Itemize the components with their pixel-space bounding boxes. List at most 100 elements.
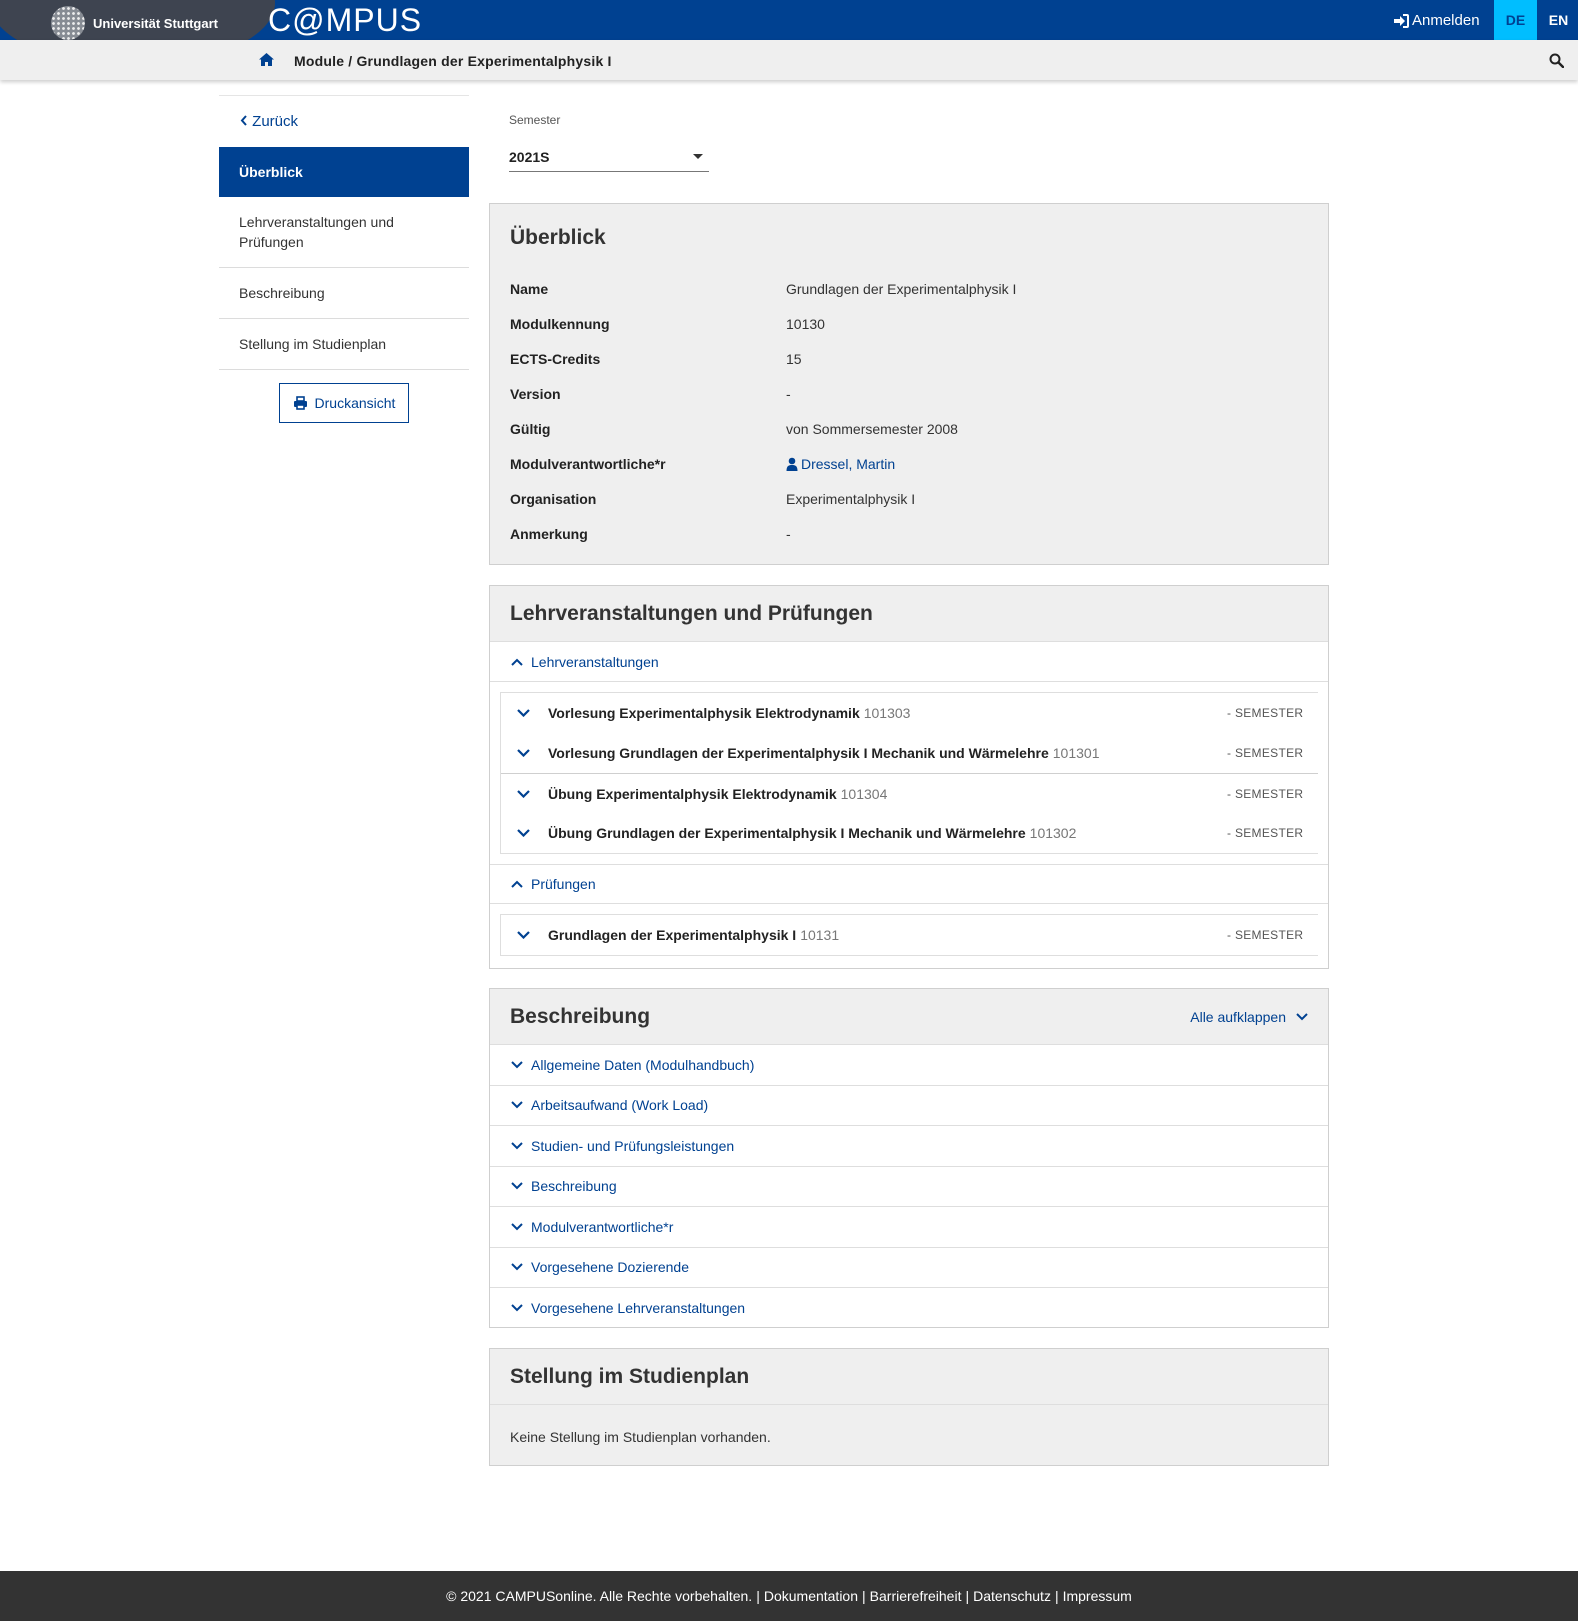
login-button[interactable]: Anmelden: [1393, 12, 1480, 29]
search-icon[interactable]: [1549, 53, 1564, 68]
footer-copyright: © 2021 CAMPUSonline. Alle Rechte vorbeha…: [446, 1588, 753, 1604]
footer-separator: |: [756, 1588, 760, 1604]
university-seal-icon: [51, 6, 85, 40]
course-title: Übung Experimentalphysik Elektrodynamik 1…: [548, 786, 887, 802]
footer-separator: |: [965, 1588, 970, 1604]
overview-key: Gültig: [510, 421, 551, 437]
overview-key: Organisation: [510, 491, 597, 507]
overview-key: Version: [510, 386, 561, 402]
sidebar-item-studyplan[interactable]: Stellung im Studienplan: [219, 319, 469, 370]
footer-link-imprint[interactable]: Impressum: [1063, 1588, 1132, 1604]
list-item[interactable]: Vorlesung Grundlagen der Experimentalphy…: [501, 733, 1318, 773]
footer-separator: |: [1054, 1588, 1059, 1604]
overview-key: Name: [510, 281, 549, 297]
overview-value: Grundlagen der Experimentalphysik I: [786, 281, 1017, 297]
list-item[interactable]: Vorlesung Experimentalphysik Elektrodyna…: [501, 693, 1318, 733]
back-label: Zurück: [252, 113, 299, 130]
footer-link-accessibility[interactable]: Barrierefreiheit: [870, 1588, 962, 1604]
exams-accordion-toggle[interactable]: Prüfungen: [490, 864, 1328, 904]
semester-value: 2021S: [509, 149, 550, 165]
semester-select[interactable]: 2021S: [509, 142, 709, 172]
sidebar: Zurück Überblick Lehrveranstaltungen und…: [219, 95, 469, 423]
list-item[interactable]: Übung Experimentalphysik Elektrodynamik 1…: [501, 773, 1318, 813]
university-name[interactable]: Universität Stuttgart: [93, 16, 218, 31]
footer-link-documentation[interactable]: Dokumentation: [764, 1588, 858, 1604]
semester-tag: - SEMESTER: [1227, 826, 1303, 840]
description-item-label: Arbeitsaufwand (Work Load): [531, 1097, 709, 1114]
overview-key: Modulkennung: [510, 316, 610, 332]
lang-en-button[interactable]: EN: [1537, 0, 1578, 40]
login-label: Anmelden: [1412, 12, 1480, 29]
chevron-down-icon: [511, 1142, 523, 1150]
description-item-label: Beschreibung: [531, 1178, 617, 1195]
back-link[interactable]: Zurück: [219, 95, 469, 147]
chevron-down-icon: [513, 789, 533, 798]
top-bar: Universität Stuttgart C@MPUS Anmelden DE…: [0, 0, 1578, 66]
courses-panel: Lehrveranstaltungen und Prüfungen Lehrve…: [489, 585, 1329, 969]
course-name: Übung Grundlagen der Experimentalphysik …: [548, 825, 1026, 841]
description-item[interactable]: Studien- und Prüfungsleistungen: [490, 1126, 1328, 1167]
chevron-down-icon: [1296, 1012, 1308, 1020]
course-number: 101301: [1052, 745, 1100, 761]
overview-value: von Sommersemester 2008: [786, 421, 958, 437]
overview-row: Anmerkung -: [510, 526, 1310, 546]
exam-title: Grundlagen der Experimentalphysik I 10131: [548, 927, 839, 943]
description-item-label: Studien- und Prüfungsleistungen: [531, 1137, 735, 1154]
description-item[interactable]: Vorgesehene Dozierende: [490, 1248, 1328, 1288]
description-item[interactable]: Vorgesehene Lehrveranstaltungen: [490, 1288, 1328, 1329]
sidebar-item-overview[interactable]: Überblick: [219, 147, 469, 197]
course-list: Vorlesung Experimentalphysik Elektrodyna…: [500, 692, 1318, 854]
chevron-down-icon: [513, 749, 533, 757]
sidebar-item-description[interactable]: Beschreibung: [219, 268, 469, 319]
semester-label: Semester: [509, 113, 561, 127]
footer: © 2021 CAMPUSonline. Alle Rechte vorbeha…: [0, 1571, 1578, 1621]
courses-accordion-label: Lehrveranstaltungen: [531, 653, 659, 670]
chevron-down-icon: [513, 709, 533, 717]
description-title: Beschreibung: [510, 1004, 651, 1028]
course-number: 101303: [863, 705, 911, 721]
chevron-left-icon: [240, 113, 248, 130]
overview-key: Anmerkung: [510, 526, 588, 542]
home-icon[interactable]: [258, 52, 275, 67]
exam-number: 10131: [800, 927, 840, 943]
footer-link-privacy[interactable]: Datenschutz: [973, 1588, 1051, 1604]
semester-tag: - SEMESTER: [1227, 928, 1303, 942]
expand-all-button[interactable]: Alle aufklappen: [1190, 1009, 1308, 1025]
course-name: Übung Experimentalphysik Elektrodynamik: [548, 785, 837, 802]
description-item[interactable]: Allgemeine Daten (Modulhandbuch): [490, 1045, 1328, 1086]
exam-list: Grundlagen der Experimentalphysik I 10131…: [500, 914, 1318, 956]
chevron-down-icon: [511, 1304, 523, 1312]
semester-dash: -: [1227, 826, 1232, 840]
description-item-label: Allgemeine Daten (Modulhandbuch): [531, 1056, 755, 1073]
courses-accordion-toggle[interactable]: Lehrveranstaltungen: [490, 642, 1328, 682]
caret-down-icon: [693, 154, 703, 159]
chevron-up-icon: [511, 880, 523, 888]
chevron-down-icon: [511, 1061, 523, 1069]
print-icon: [293, 396, 307, 410]
list-item[interactable]: Grundlagen der Experimentalphysik I 10131…: [501, 915, 1318, 955]
lang-de-button[interactable]: DE: [1494, 0, 1537, 40]
print-label: Druckansicht: [314, 395, 396, 411]
description-item[interactable]: Beschreibung: [490, 1167, 1328, 1207]
description-item[interactable]: Modulverantwortliche*r: [490, 1207, 1328, 1248]
courses-title: Lehrveranstaltungen und Prüfungen: [490, 586, 1328, 642]
semester-tag-label: SEMESTER: [1234, 928, 1304, 942]
sidebar-item-courses[interactable]: Lehrveranstaltungen und Prüfungen: [219, 197, 469, 268]
app-title[interactable]: C@MPUS: [268, 2, 422, 39]
description-item[interactable]: Arbeitsaufwand (Work Load): [490, 1086, 1328, 1126]
responsible-person-link[interactable]: Dressel, Martin: [786, 456, 895, 472]
description-item-label: Vorgesehene Dozierende: [531, 1259, 690, 1276]
course-number: 101304: [840, 785, 888, 802]
list-item[interactable]: Übung Grundlagen der Experimentalphysik …: [501, 813, 1318, 853]
exams-accordion-label: Prüfungen: [531, 876, 596, 892]
overview-panel: Überblick Name Grundlagen der Experiment…: [489, 203, 1329, 565]
breadcrumb-bar: Module / Grundlagen der Experimentalphys…: [0, 40, 1578, 80]
studyplan-title: Stellung im Studienplan: [490, 1349, 1328, 1405]
overview-value: 15: [786, 351, 802, 367]
overview-row: Modulkennung 10130: [510, 316, 1310, 336]
user-icon: [786, 457, 798, 471]
print-button[interactable]: Druckansicht: [279, 383, 409, 423]
studyplan-panel: Stellung im Studienplan Keine Stellung i…: [489, 1348, 1329, 1466]
semester-tag: - SEMESTER: [1227, 746, 1303, 760]
semester-tag-label: SEMESTER: [1234, 786, 1304, 801]
